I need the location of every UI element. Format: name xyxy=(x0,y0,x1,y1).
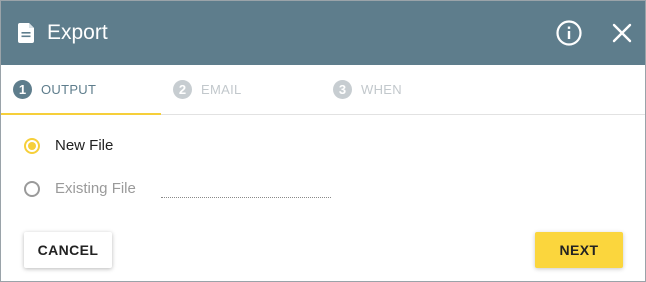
close-icon[interactable] xyxy=(610,21,634,45)
tab-when[interactable]: 3 WHEN xyxy=(321,65,481,114)
dialog-title: Export xyxy=(47,21,108,44)
new-file-label: New File xyxy=(55,137,114,154)
cancel-button[interactable]: CANCEL xyxy=(24,232,112,268)
tab-label: WHEN xyxy=(361,82,402,97)
info-icon[interactable] xyxy=(555,19,583,47)
step-number: 2 xyxy=(173,80,192,99)
active-tab-indicator xyxy=(1,113,161,115)
step-tabs: 1 OUTPUT 2 EMAIL 3 WHEN xyxy=(1,65,645,115)
tab-email[interactable]: 2 EMAIL xyxy=(161,65,321,114)
step-number: 3 xyxy=(333,80,352,99)
tab-label: EMAIL xyxy=(201,82,242,97)
document-icon xyxy=(18,23,34,43)
new-file-radio[interactable] xyxy=(24,138,40,154)
dialog-header: Export xyxy=(1,1,645,65)
existing-file-radio[interactable] xyxy=(24,181,40,197)
existing-file-input[interactable] xyxy=(161,187,331,198)
existing-file-label: Existing File xyxy=(55,180,136,197)
next-button[interactable]: NEXT xyxy=(535,232,623,268)
export-dialog: Export 1 OUTPUT 2 EMAIL 3 WHEN New File xyxy=(0,0,646,282)
radio-dot xyxy=(28,142,36,150)
step-number: 1 xyxy=(13,80,32,99)
tab-label: OUTPUT xyxy=(41,82,97,97)
tab-output[interactable]: 1 OUTPUT xyxy=(1,65,161,115)
